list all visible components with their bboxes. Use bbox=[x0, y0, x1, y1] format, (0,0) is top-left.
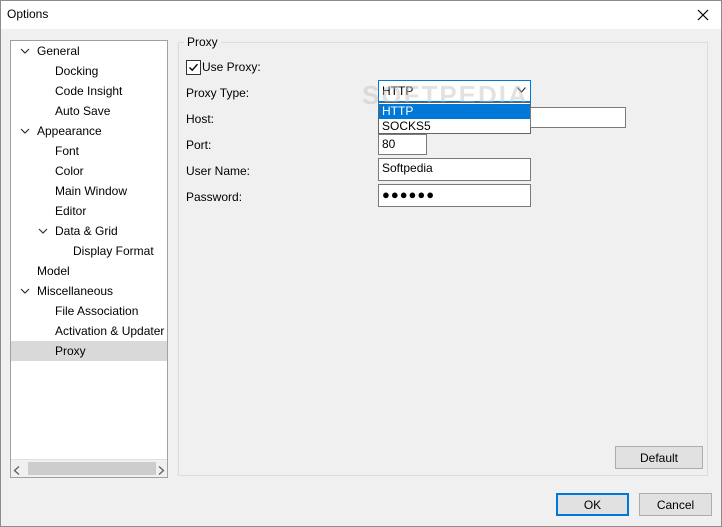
horizontal-scrollbar[interactable] bbox=[11, 459, 167, 477]
host-label: Host: bbox=[186, 112, 215, 126]
username-input[interactable]: Softpedia bbox=[378, 158, 531, 181]
tree-item-label: Model bbox=[37, 264, 70, 278]
tree-item[interactable]: Auto Save bbox=[11, 101, 167, 121]
tree-item-label: Color bbox=[55, 164, 84, 178]
proxy-type-value: HTTP bbox=[382, 84, 414, 98]
username-label: User Name: bbox=[186, 164, 251, 178]
password-label: Password: bbox=[186, 190, 243, 204]
proxy-type-label: Proxy Type: bbox=[186, 86, 250, 100]
default-button[interactable]: Default bbox=[615, 446, 703, 469]
scroll-left-icon[interactable] bbox=[13, 464, 21, 477]
tree-item[interactable]: Docking bbox=[11, 61, 167, 81]
tree-item[interactable]: Editor bbox=[11, 201, 167, 221]
proxy-group-title: Proxy bbox=[184, 35, 221, 49]
port-label: Port: bbox=[186, 138, 212, 152]
close-button[interactable] bbox=[685, 1, 721, 29]
title-bar: Options bbox=[1, 1, 721, 29]
tree-item-label: Font bbox=[55, 144, 80, 158]
use-proxy-checkbox[interactable] bbox=[186, 60, 201, 75]
close-icon bbox=[697, 9, 709, 21]
tree-item-label: Code Insight bbox=[55, 84, 123, 98]
tree-item-label: Miscellaneous bbox=[37, 284, 114, 298]
tree-item-label: Display Format bbox=[73, 244, 154, 258]
ok-button-label: OK bbox=[583, 497, 602, 512]
tree-item[interactable]: Font bbox=[11, 141, 167, 161]
default-button-label: Default bbox=[639, 450, 679, 465]
chevron-down-icon[interactable] bbox=[20, 126, 30, 136]
tree-item-label: Docking bbox=[55, 64, 99, 78]
tree-item-label: Appearance bbox=[37, 124, 102, 138]
chevron-down-icon[interactable] bbox=[20, 46, 30, 56]
password-input[interactable]: ●●●●●● bbox=[378, 184, 531, 207]
port-input[interactable]: 80 bbox=[378, 134, 427, 155]
proxy-type-select[interactable]: HTTP bbox=[378, 80, 531, 102]
tree-item-label: General bbox=[37, 44, 80, 58]
tree-item[interactable]: Proxy bbox=[11, 341, 167, 361]
ok-button[interactable]: OK bbox=[556, 493, 629, 516]
proxy-type-option-http[interactable]: HTTP bbox=[379, 104, 530, 119]
tree-item[interactable]: File Association bbox=[11, 301, 167, 321]
tree-item-label: Main Window bbox=[55, 184, 128, 198]
use-proxy-label[interactable]: Use Proxy: bbox=[202, 60, 261, 74]
proxy-type-option-socks5[interactable]: SOCKS5 bbox=[379, 119, 530, 134]
chevron-down-icon[interactable] bbox=[20, 286, 30, 296]
tree-item-label: Proxy bbox=[55, 344, 86, 358]
tree-item-label: Activation & Updater bbox=[55, 324, 165, 338]
tree-item[interactable]: Main Window bbox=[11, 181, 167, 201]
window-title: Options bbox=[7, 7, 49, 21]
tree-item-label: File Association bbox=[55, 304, 139, 318]
cancel-button[interactable]: Cancel bbox=[639, 493, 712, 516]
scroll-right-icon[interactable] bbox=[157, 464, 165, 477]
tree-item[interactable]: Appearance bbox=[11, 121, 167, 141]
proxy-type-dropdown[interactable]: HTTP SOCKS5 bbox=[378, 102, 531, 134]
options-tree[interactable]: General Docking Code Insight Auto Save Appea… bbox=[10, 40, 168, 478]
tree-item[interactable]: General bbox=[11, 41, 167, 61]
chevron-down-icon[interactable] bbox=[38, 226, 48, 236]
tree-item[interactable]: Data & Grid bbox=[11, 221, 167, 241]
tree-item[interactable]: Activation & Updater bbox=[11, 321, 167, 341]
chevron-down-icon bbox=[517, 87, 526, 93]
tree-item[interactable]: Color bbox=[11, 161, 167, 181]
host-input[interactable] bbox=[530, 107, 626, 128]
tree-item-label: Auto Save bbox=[55, 104, 111, 118]
cancel-button-label: Cancel bbox=[656, 497, 695, 512]
tree-item[interactable]: Miscellaneous bbox=[11, 281, 167, 301]
tree-item-label: Editor bbox=[55, 204, 87, 218]
checkmark-icon bbox=[189, 63, 199, 72]
tree-item[interactable]: Code Insight bbox=[11, 81, 167, 101]
tree-item[interactable]: Display Format bbox=[11, 241, 167, 261]
tree-item-label: Data & Grid bbox=[55, 224, 118, 238]
scrollbar-thumb[interactable] bbox=[28, 462, 156, 475]
tree-item[interactable]: Model bbox=[11, 261, 167, 281]
